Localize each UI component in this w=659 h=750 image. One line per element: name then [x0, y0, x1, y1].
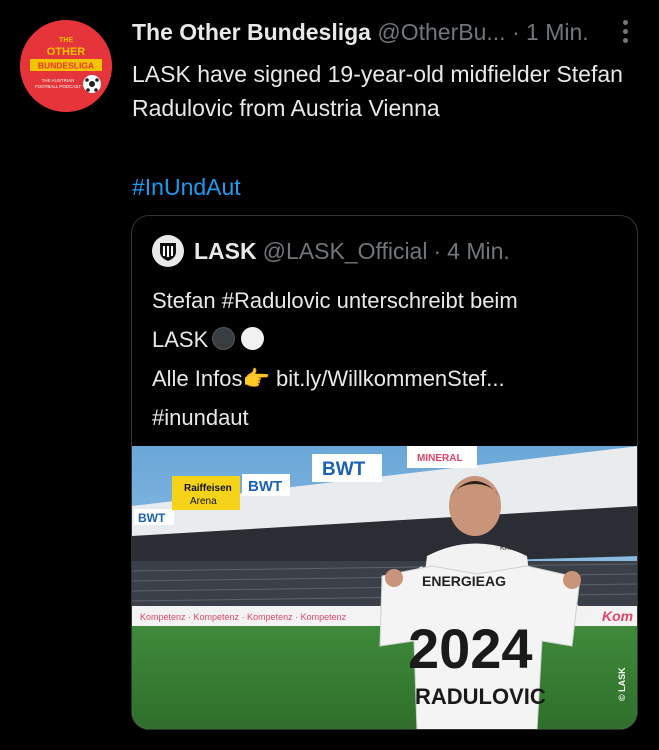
svg-text:BWT: BWT: [138, 511, 166, 525]
quoted-author-handle[interactable]: @LASK_Official: [263, 234, 428, 268]
black-circle-icon: [212, 327, 236, 350]
quoted-tweet-card[interactable]: LASK @LASK_Official · 4 Min. Stefan #Rad…: [131, 215, 638, 730]
pointing-hand-icon: 👉: [242, 366, 270, 391]
other-bundesliga-logo: THE OTHER BUNDESLIGA THE AUSTRIAN FOOTBA…: [20, 20, 112, 112]
quoted-tweet-text: Stefan #Radulovic unterschreibt beim LAS…: [152, 281, 622, 437]
svg-text:RADULOVIC: RADULOVIC: [415, 684, 546, 709]
svg-text:FOOTBALL PODCAST: FOOTBALL PODCAST: [35, 84, 82, 89]
quoted-tweet-photo[interactable]: Kompetenz · Kompetenz · Kompetenz · Komp…: [132, 446, 637, 729]
svg-text:BUNDESLIGA: BUNDESLIGA: [38, 61, 94, 71]
quoted-timestamp: 4 Min.: [447, 238, 510, 264]
svg-text:MINERAL: MINERAL: [417, 453, 463, 464]
player-signing-photo: Kompetenz · Kompetenz · Kompetenz · Komp…: [132, 446, 637, 729]
svg-text:Kom: Kom: [602, 608, 633, 624]
svg-text:OTHER: OTHER: [47, 46, 86, 58]
quoted-separator: ·: [433, 238, 442, 264]
quoted-line-1: Stefan #Radulovic unterschreibt beim: [152, 288, 518, 313]
quoted-link[interactable]: bit.ly/WillkommenStef...: [276, 366, 505, 391]
quoted-info-label: Alle Infos: [152, 366, 243, 391]
white-circle-icon: [241, 327, 265, 350]
quoted-hashtag[interactable]: #inundaut: [152, 398, 622, 437]
header-separator: ·: [511, 19, 520, 45]
quoted-line-3: Alle Infos👉 bit.ly/WillkommenStef...: [152, 359, 622, 398]
author-avatar[interactable]: THE OTHER BUNDESLIGA THE AUSTRIAN FOOTBA…: [20, 20, 112, 112]
svg-text:ENERGIEAG: ENERGIEAG: [422, 573, 506, 589]
svg-text:THE: THE: [59, 37, 73, 44]
author-handle[interactable]: @OtherBu...: [377, 19, 505, 45]
quoted-line-2: LASK: [152, 320, 622, 359]
tweet-timestamp[interactable]: 1 Min.: [526, 19, 589, 45]
svg-text:THE AUSTRIAN: THE AUSTRIAN: [42, 78, 75, 83]
more-options-icon[interactable]: [619, 20, 631, 46]
tweet-header: The Other Bundesliga @OtherBu... · 1 Min…: [132, 17, 599, 47]
lask-avatar[interactable]: [152, 235, 184, 267]
svg-text:2024: 2024: [408, 617, 533, 680]
tweet-text: LASK have signed 19-year-old midfielder …: [132, 61, 623, 121]
lask-crest-icon: [160, 243, 176, 261]
quoted-club-name: LASK: [152, 327, 209, 352]
svg-text:Arena: Arena: [190, 496, 217, 507]
svg-text:BWT: BWT: [322, 459, 366, 480]
author-name[interactable]: The Other Bundesliga: [132, 19, 371, 45]
svg-text:© LASK: © LASK: [617, 667, 627, 701]
svg-text:Kompetenz · Kompetenz · Kompet: Kompetenz · Kompetenz · Kompetenz · Komp…: [140, 612, 347, 622]
tweet-hashtag-link[interactable]: #InUndAut: [132, 170, 241, 204]
svg-text:KARL: KARL: [500, 545, 518, 552]
quoted-tweet-header: LASK @LASK_Official · 4 Min.: [152, 234, 627, 268]
svg-text:Raiffeisen: Raiffeisen: [184, 483, 232, 494]
quoted-author-name[interactable]: LASK: [194, 234, 257, 268]
svg-text:BWT: BWT: [248, 478, 282, 495]
